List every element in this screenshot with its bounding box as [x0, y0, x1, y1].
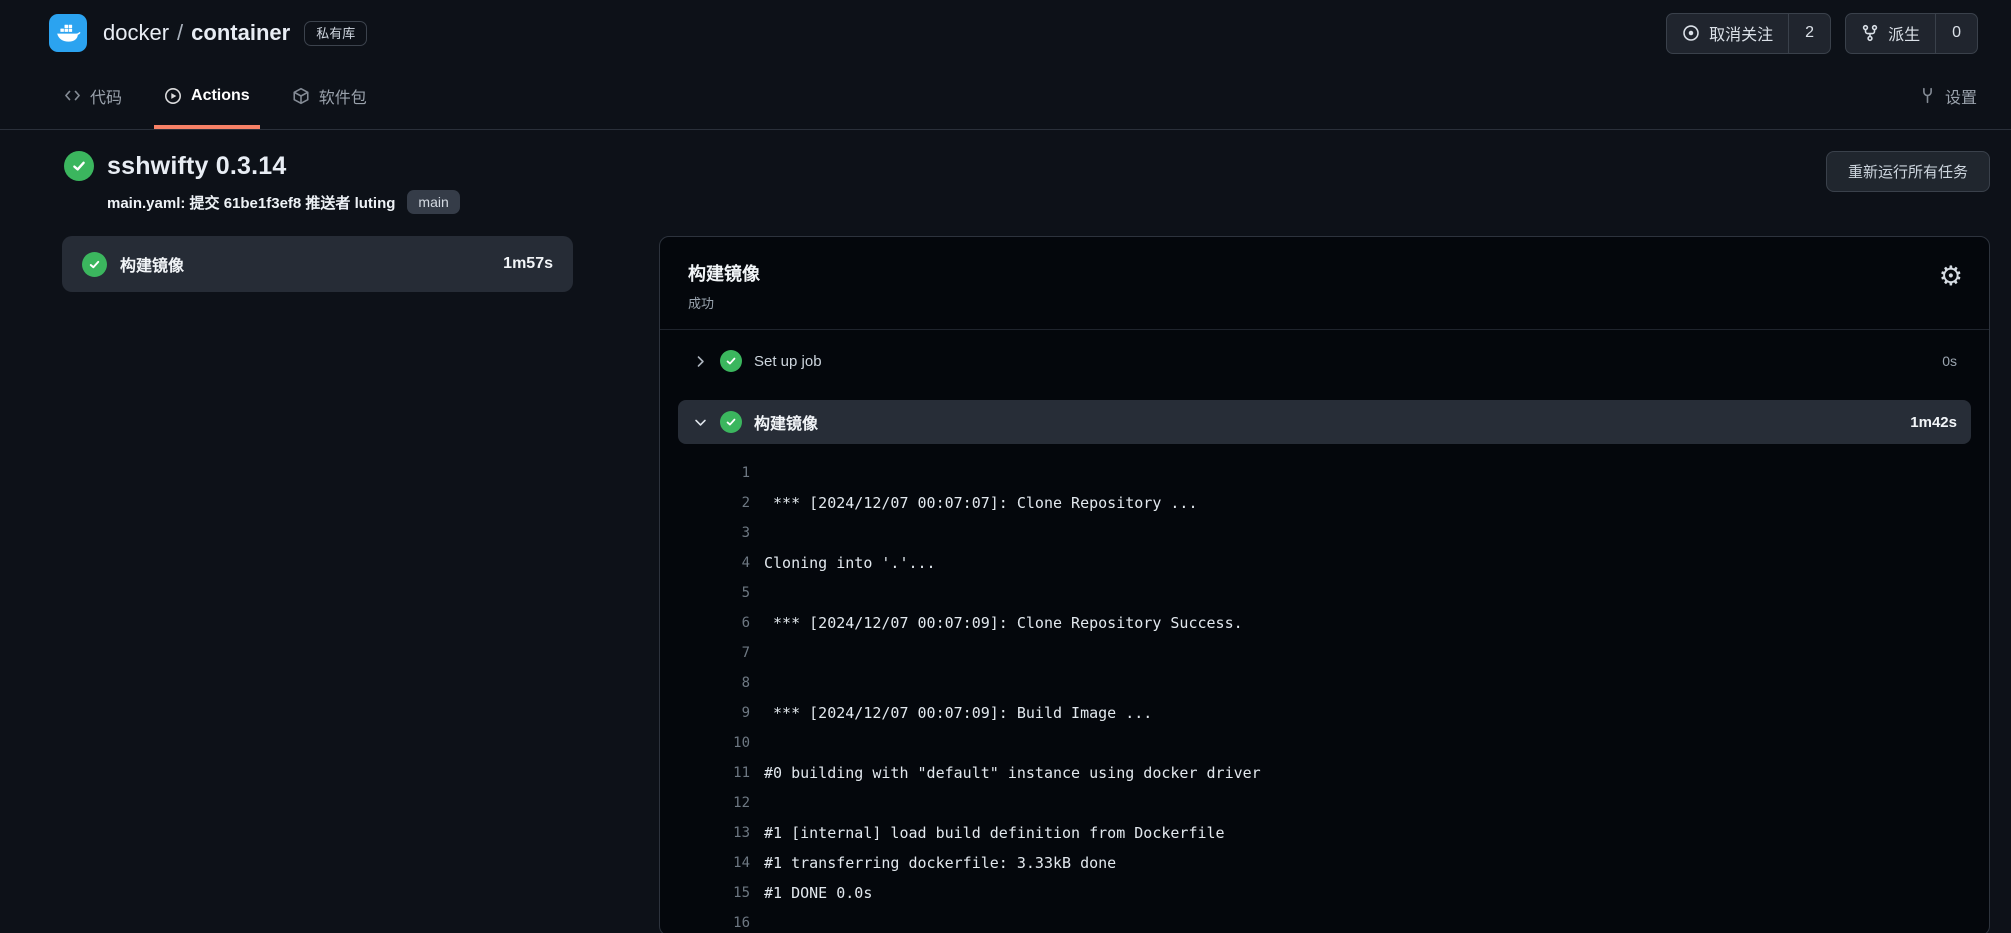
repo-avatar[interactable]	[49, 14, 87, 52]
fork-icon	[1861, 24, 1879, 42]
step-duration: 1m42s	[1910, 414, 1957, 431]
log-line[interactable]: 4 Cloning into '.'...	[660, 548, 1989, 578]
log-line[interactable]: 7	[660, 638, 1989, 668]
log-line[interactable]: 2 *** [2024/12/07 00:07:07]: Clone Repos…	[660, 488, 1989, 518]
step-name: Set up job	[754, 353, 822, 370]
package-icon	[292, 87, 310, 105]
tab-actions[interactable]: Actions	[154, 66, 260, 129]
repo-title: docker / container	[103, 20, 290, 46]
log-line-text: #1 DONE 0.0s	[750, 884, 872, 902]
log-line-number[interactable]: 10	[660, 735, 750, 751]
tab-code[interactable]: 代码	[54, 66, 132, 129]
log-line-text: #1 [internal] load build definition from…	[750, 824, 1225, 842]
log-line-text: #1 transferring dockerfile: 3.33kB done	[750, 854, 1116, 872]
log-line-number[interactable]: 13	[660, 825, 750, 841]
job-panel-status: 成功	[688, 293, 1961, 312]
log-line[interactable]: 10	[660, 728, 1989, 758]
log-line-number[interactable]: 3	[660, 525, 750, 541]
log-line-text: *** [2024/12/07 00:07:09]: Clone Reposit…	[750, 614, 1243, 632]
run-commit-line: main.yaml: 提交 61be1f3ef8 推送者 luting	[107, 192, 395, 213]
log-line[interactable]: 1	[660, 458, 1989, 488]
log-line[interactable]: 5	[660, 578, 1989, 608]
log-line-number[interactable]: 14	[660, 855, 750, 871]
run-title: sshwifty 0.3.14	[107, 152, 286, 181]
chevron-down-icon	[692, 416, 708, 429]
rerun-all-jobs-button[interactable]: 重新运行所有任务	[1826, 151, 1990, 192]
repo-owner-link[interactable]: docker	[103, 20, 169, 46]
log-line-number[interactable]: 15	[660, 885, 750, 901]
log-line-number[interactable]: 2	[660, 495, 750, 511]
run-content: 构建镜像 1m57s 构建镜像 成功 ⚙ Set up job 0s	[62, 236, 1990, 933]
log-line[interactable]: 15 #1 DONE 0.0s	[660, 878, 1989, 908]
log-line[interactable]: 12	[660, 788, 1989, 818]
fork-button-label: 派生	[1888, 21, 1920, 45]
job-item-build-image[interactable]: 构建镜像 1m57s	[62, 236, 573, 292]
log-line-number[interactable]: 12	[660, 795, 750, 811]
tab-packages[interactable]: 软件包	[282, 66, 377, 129]
watch-button[interactable]: 取消关注 2	[1666, 13, 1831, 54]
log-line-number[interactable]: 16	[660, 915, 750, 931]
log-line[interactable]: 13 #1 [internal] load build definition f…	[660, 818, 1989, 848]
repo-name-link[interactable]: container	[191, 20, 290, 46]
watch-button-label: 取消关注	[1709, 21, 1773, 45]
job-success-icon	[82, 252, 107, 277]
tab-settings[interactable]: 设置	[1909, 66, 1987, 129]
log-line[interactable]: 3	[660, 518, 1989, 548]
job-panel-title: 构建镜像	[688, 260, 1961, 286]
step-success-icon	[720, 350, 742, 372]
job-name: 构建镜像	[120, 252, 184, 276]
fork-count[interactable]: 0	[1935, 14, 1977, 53]
code-icon	[64, 87, 81, 104]
log-line[interactable]: 8	[660, 668, 1989, 698]
tab-packages-label: 软件包	[319, 84, 367, 108]
private-repo-badge: 私有库	[304, 21, 367, 46]
step-duration: 0s	[1942, 353, 1957, 369]
log-line-text: *** [2024/12/07 00:07:07]: Clone Reposit…	[750, 494, 1197, 512]
log-line-text: #0 building with "default" instance usin…	[750, 764, 1261, 782]
job-duration: 1m57s	[503, 255, 553, 273]
log-line-number[interactable]: 4	[660, 555, 750, 571]
step-build-image[interactable]: 构建镜像 1m42s	[678, 400, 1971, 444]
log-line-number[interactable]: 9	[660, 705, 750, 721]
log-line-number[interactable]: 8	[660, 675, 750, 691]
chevron-right-icon	[692, 355, 708, 368]
gear-icon[interactable]: ⚙	[1939, 263, 1963, 290]
repo-tabbar: 代码 Actions 软件包 设置	[0, 66, 2011, 130]
log-line-text: *** [2024/12/07 00:07:09]: Build Image .…	[750, 704, 1152, 722]
branch-badge[interactable]: main	[407, 190, 459, 214]
watch-count[interactable]: 2	[1788, 14, 1830, 53]
run-success-icon	[64, 151, 94, 181]
log-line[interactable]: 6 *** [2024/12/07 00:07:09]: Clone Repos…	[660, 608, 1989, 638]
step-setup-job[interactable]: Set up job 0s	[678, 336, 1971, 386]
eye-icon	[1682, 24, 1700, 42]
log-line-number[interactable]: 5	[660, 585, 750, 601]
tab-settings-label: 设置	[1945, 84, 1977, 108]
docker-logo-icon	[55, 20, 81, 46]
job-panel-header: 构建镜像 成功 ⚙	[660, 237, 1989, 330]
job-detail-panel: 构建镜像 成功 ⚙ Set up job 0s	[659, 236, 1990, 933]
log-line[interactable]: 11 #0 building with "default" instance u…	[660, 758, 1989, 788]
log-line[interactable]: 16	[660, 908, 1989, 933]
play-circle-icon	[164, 87, 182, 105]
fork-button[interactable]: 派生 0	[1845, 13, 1978, 54]
jobs-list: 构建镜像 1m57s	[62, 236, 573, 292]
step-log-output: 1 2 *** [2024/12/07 00:07:07]: Clone Rep…	[660, 444, 1989, 933]
job-steps: Set up job 0s 构建镜像 1m42s	[660, 330, 1989, 444]
repo-title-slash: /	[177, 20, 183, 46]
tab-actions-label: Actions	[191, 87, 250, 105]
run-header: sshwifty 0.3.14 main.yaml: 提交 61be1f3ef8…	[64, 151, 1990, 214]
log-line-number[interactable]: 1	[660, 465, 750, 481]
log-line-number[interactable]: 6	[660, 615, 750, 631]
log-line-number[interactable]: 11	[660, 765, 750, 781]
repo-action-buttons: 取消关注 2 派生 0	[1666, 13, 1978, 54]
log-line[interactable]: 9 *** [2024/12/07 00:07:09]: Build Image…	[660, 698, 1989, 728]
wrench-icon	[1919, 87, 1936, 104]
step-success-icon	[720, 411, 742, 433]
step-name: 构建镜像	[754, 410, 818, 434]
log-line-number[interactable]: 7	[660, 645, 750, 661]
log-line[interactable]: 14 #1 transferring dockerfile: 3.33kB do…	[660, 848, 1989, 878]
log-line-text: Cloning into '.'...	[750, 554, 936, 572]
top-navbar: docker / container 私有库 取消关注 2	[0, 0, 2011, 66]
tab-code-label: 代码	[90, 84, 122, 108]
